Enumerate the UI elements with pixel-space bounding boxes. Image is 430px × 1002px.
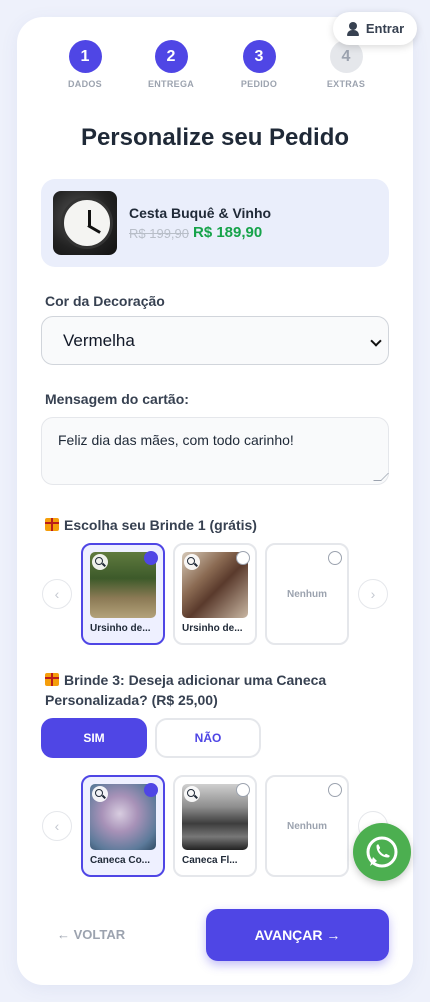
mug-no-button[interactable]: NÃO [155, 718, 261, 758]
step-number: 2 [154, 40, 188, 73]
gift1-prev-button[interactable]: ‹ [42, 579, 72, 609]
step-extras: 4 EXTRAS [316, 40, 376, 89]
gift3-option[interactable]: Caneca Fl... [173, 775, 257, 877]
step-pedido: 3 PEDIDO [229, 40, 289, 89]
clock-icon [61, 197, 113, 249]
gift-icon [45, 673, 59, 686]
radio-icon[interactable] [328, 551, 342, 565]
step-label: PEDIDO [240, 79, 278, 89]
whatsapp-button[interactable] [353, 823, 411, 881]
gift-icon [45, 518, 59, 531]
radio-selected-icon[interactable] [144, 551, 158, 565]
zoom-icon[interactable] [184, 554, 200, 570]
product-name: Cesta Buquê & Vinho [129, 205, 272, 221]
radio-icon[interactable] [328, 783, 342, 797]
step-number: 3 [242, 40, 276, 73]
radio-icon[interactable] [236, 783, 250, 797]
card-message-field[interactable]: Feliz dia das mães, com todo carinho! [41, 417, 389, 485]
zoom-icon[interactable] [92, 554, 108, 570]
mug-yes-button[interactable]: SIM [41, 718, 147, 758]
radio-selected-icon[interactable] [144, 783, 158, 797]
step-dados: 1 DADOS [55, 40, 115, 89]
product-old-price: R$ 199,90 [129, 226, 189, 241]
product-summary: Cesta Buquê & Vinho R$ 199,90 R$ 189,90 [41, 179, 389, 267]
login-button[interactable]: Entrar [333, 12, 417, 45]
step-label: ENTREGA [147, 79, 195, 89]
gift1-option[interactable]: Ursinho de... [81, 543, 165, 645]
step-label: EXTRAS [326, 79, 366, 89]
whatsapp-icon [366, 836, 398, 868]
chevron-down-icon [370, 335, 382, 347]
product-new-price: R$ 189,90 [193, 224, 263, 241]
gift3-title-text: Brinde 3: Deseja adicionar uma Caneca Pe… [45, 672, 327, 708]
gift1-option-name: Ursinho de... [90, 623, 151, 634]
clock-image [53, 191, 117, 255]
step-entrega: 2 ENTREGA [141, 40, 201, 89]
radio-icon[interactable] [236, 551, 250, 565]
step-number: 1 [68, 40, 102, 73]
decoration-label: Cor da Decoração [45, 293, 165, 309]
next-button[interactable]: AVANÇAR → [206, 909, 389, 961]
gift1-none-label: Nenhum [287, 589, 327, 600]
gift3-prev-button[interactable]: ‹ [42, 811, 72, 841]
gift3-none-label: Nenhum [287, 821, 327, 832]
decoration-selected-value: Vermelha [63, 330, 135, 350]
gift1-title: Escolha seu Brinde 1 (grátis) [45, 515, 385, 535]
user-icon [346, 21, 360, 36]
gift3-title: Brinde 3: Deseja adicionar uma Caneca Pe… [45, 670, 385, 710]
gift1-next-button[interactable]: › [358, 579, 388, 609]
card-message-value: Feliz dia das mães, com todo carinho! [58, 432, 294, 448]
gift3-option-name: Caneca Fl... [182, 855, 238, 866]
gift1-option-none[interactable]: Nenhum [265, 543, 349, 645]
zoom-icon[interactable] [92, 786, 108, 802]
step-label: DADOS [67, 79, 102, 89]
page-title: Personalize seu Pedido [80, 124, 350, 151]
gift3-option-none[interactable]: Nenhum [265, 775, 349, 877]
gift1-title-text: Escolha seu Brinde 1 (grátis) [64, 517, 257, 533]
card-message-label: Mensagem do cartão: [45, 391, 189, 407]
resize-handle-icon[interactable] [373, 473, 389, 481]
decoration-select[interactable]: Vermelha [41, 316, 389, 365]
zoom-icon[interactable] [184, 786, 200, 802]
gift3-option[interactable]: Caneca Co... [81, 775, 165, 877]
gift3-option-name: Caneca Co... [90, 855, 151, 866]
back-button[interactable]: ← VOLTAR [57, 927, 125, 942]
login-label: Entrar [365, 21, 405, 36]
gift1-option[interactable]: Ursinho de... [173, 543, 257, 645]
gift1-option-name: Ursinho de... [182, 623, 243, 634]
